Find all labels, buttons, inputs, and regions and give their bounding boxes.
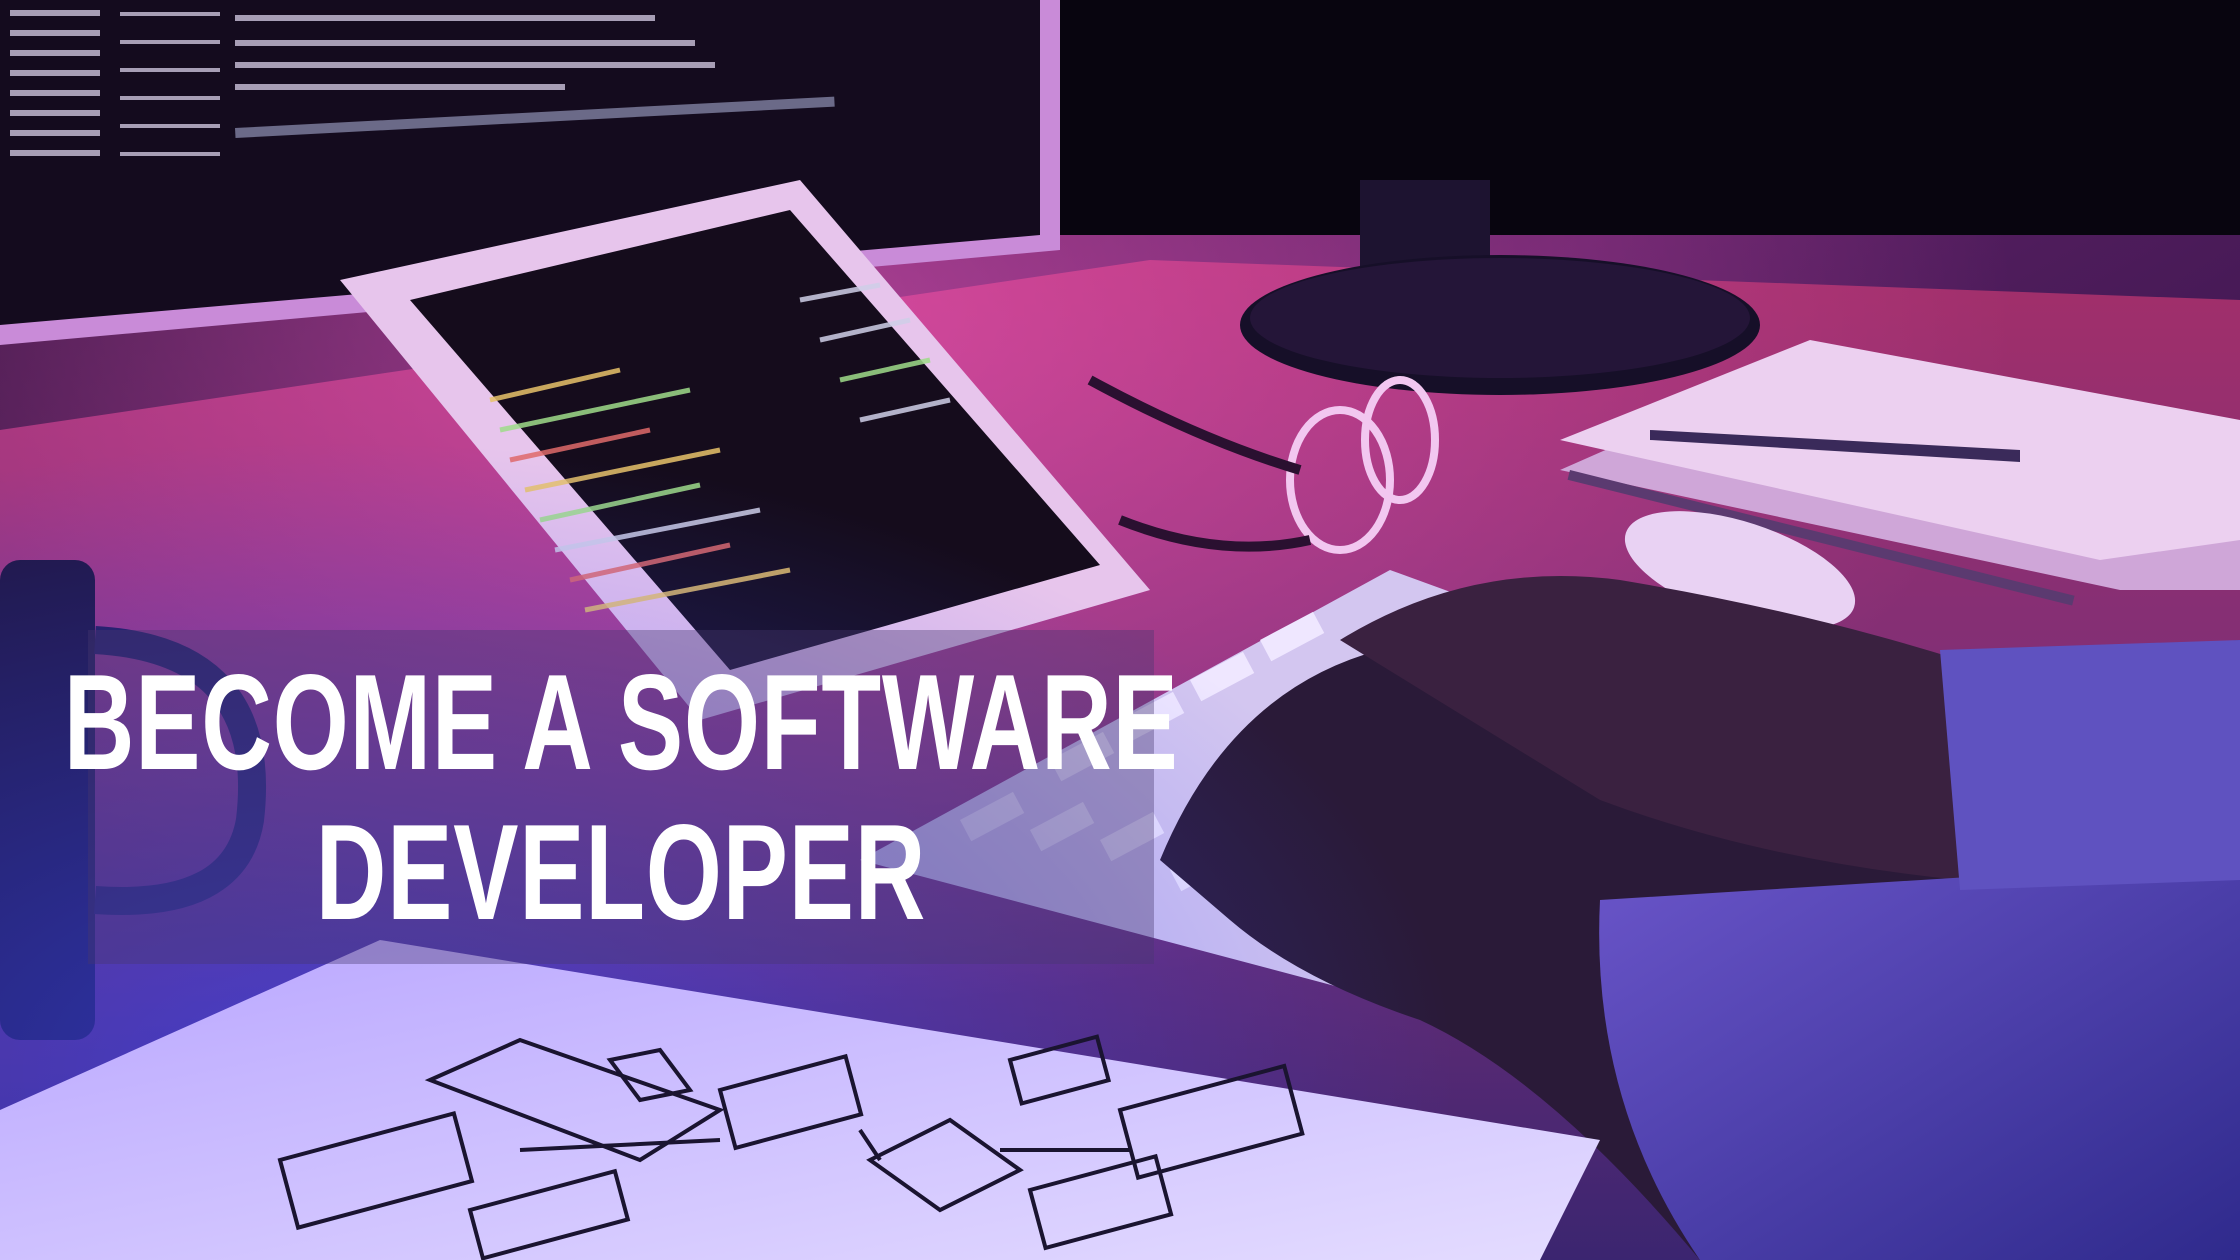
headline-line-1: BECOME A SOFTWARE bbox=[63, 646, 1179, 798]
headline-line-2: DEVELOPER bbox=[315, 796, 927, 948]
headline: BECOME A SOFTWARE DEVELOPER bbox=[64, 630, 1178, 964]
